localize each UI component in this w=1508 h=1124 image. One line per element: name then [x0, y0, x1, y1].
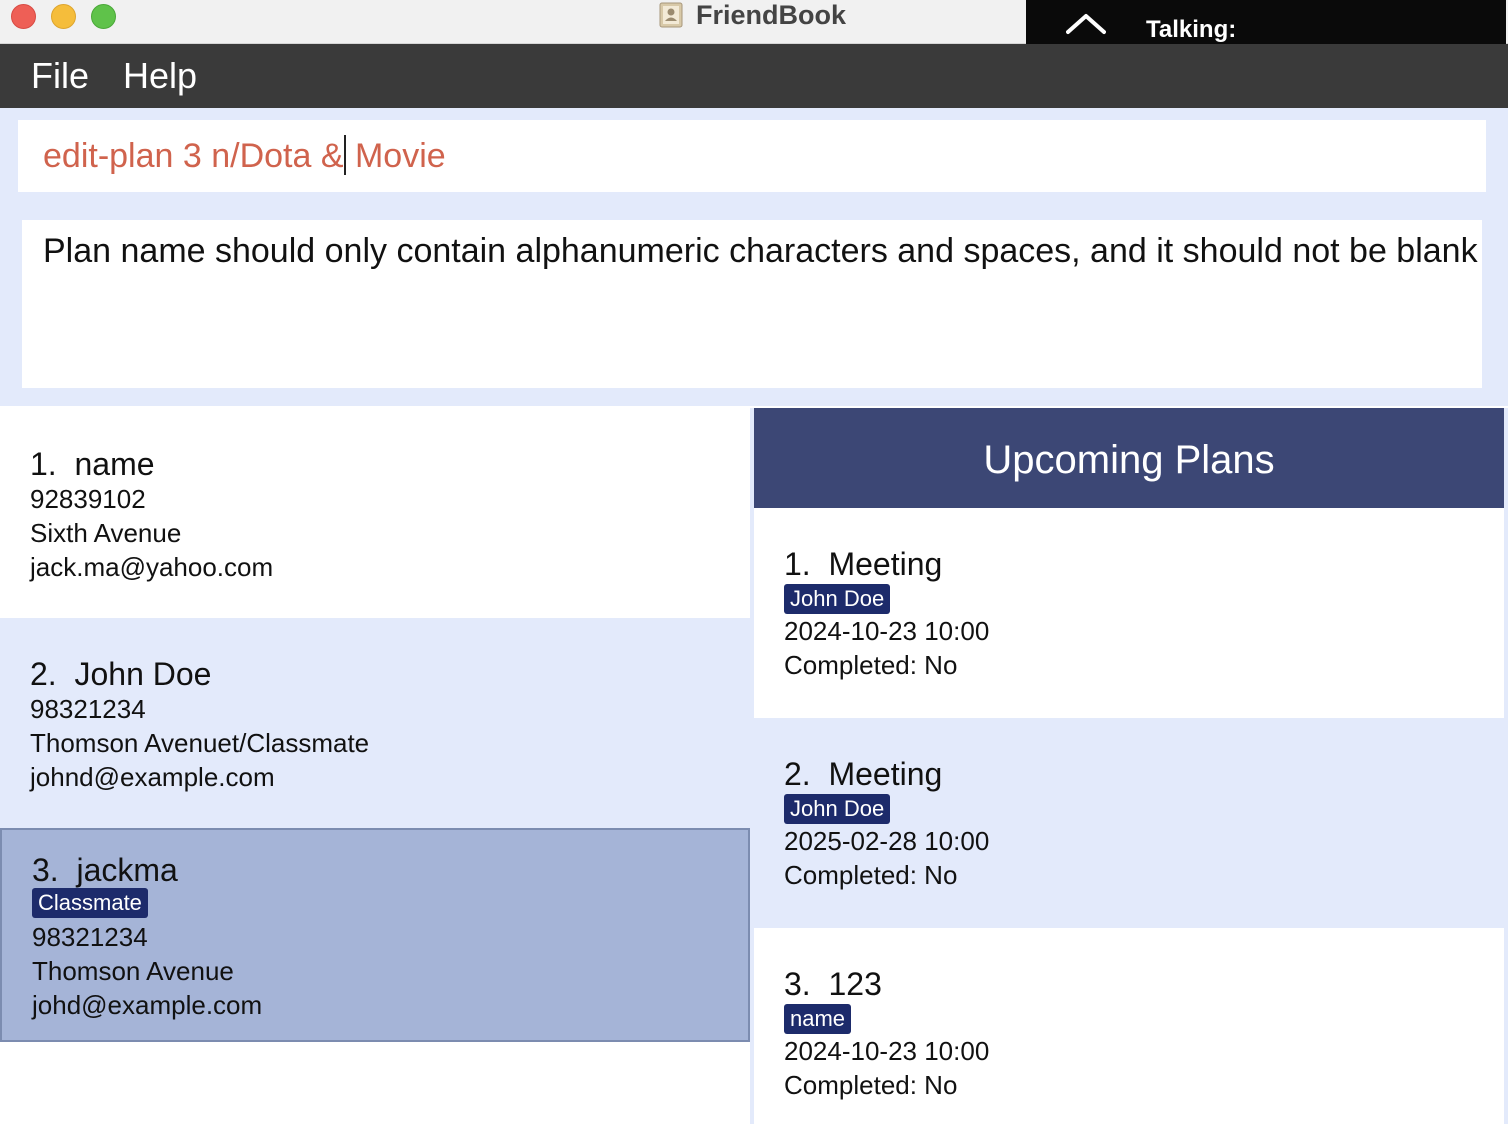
person-card[interactable]: 2. John Doe 98321234 Thomson Avenuet/Cla… — [0, 618, 750, 828]
plan-name: 123 — [828, 966, 882, 1002]
person-card-title: 2. John Doe — [30, 656, 211, 692]
person-index: 1. — [30, 446, 57, 482]
plan-completed: Completed: No — [784, 1070, 958, 1100]
person-card[interactable]: 1. name 92839102 Sixth Avenue jack.ma@ya… — [0, 408, 750, 618]
right-edge-border — [1504, 408, 1508, 1124]
person-card-title: 1. name — [30, 446, 155, 482]
person-address: Thomson Avenue — [32, 956, 234, 986]
person-name: John Doe — [74, 656, 212, 692]
person-list[interactable]: 1. name 92839102 Sixth Avenue jack.ma@ya… — [0, 408, 750, 1124]
command-area: edit-plan 3 n/Dota & Movie — [0, 108, 1508, 206]
plan-index: 3. — [784, 966, 811, 1002]
person-address: Thomson Avenuet/Classmate — [30, 728, 370, 758]
plans-header-title: Upcoming Plans — [983, 438, 1275, 482]
plan-card-title: 3. 123 — [784, 966, 882, 1002]
person-card-selected[interactable]: 3. jackma Classmate 98321234 Thomson Ave… — [0, 828, 750, 1042]
plan-datetime: 2024-10-23 10:00 — [784, 616, 990, 646]
plan-card-title: 2. Meeting — [784, 756, 942, 792]
result-area: Plan name should only contain alphanumer… — [0, 206, 1508, 406]
person-tag: Classmate — [32, 888, 148, 918]
plan-completed: Completed: No — [784, 860, 958, 890]
menu-help[interactable]: Help — [123, 56, 197, 96]
close-window-button[interactable] — [11, 4, 36, 29]
menu-bar: File Help — [0, 44, 1508, 108]
plan-card-title: 1. Meeting — [784, 546, 942, 582]
plan-tag: John Doe — [784, 584, 891, 614]
plan-index: 1. — [784, 546, 811, 582]
window-title: FriendBook — [696, 0, 847, 30]
plan-card[interactable]: 1. Meeting John Doe 2024-10-23 10:00 Com… — [754, 508, 1504, 718]
person-email: johnd@example.com — [30, 762, 275, 792]
result-message: Plan name should only contain alphanumer… — [43, 232, 1478, 270]
plan-datetime: 2024-10-23 10:00 — [784, 1036, 990, 1066]
person-card-title: 3. jackma — [32, 852, 178, 888]
plan-name: Meeting — [828, 546, 943, 582]
chevron-up-icon[interactable] — [1066, 12, 1106, 36]
plans-header: Upcoming Plans — [754, 408, 1504, 508]
result-display[interactable]: Plan name should only contain alphanumer… — [22, 220, 1482, 388]
person-phone: 98321234 — [30, 694, 146, 724]
talking-label: Talking: — [1146, 16, 1237, 43]
plan-datetime: 2025-02-28 10:00 — [784, 826, 990, 856]
plan-tag: John Doe — [784, 794, 891, 824]
plan-tag: name — [784, 1004, 852, 1034]
plan-card[interactable]: 3. 123 name 2024-10-23 10:00 Completed: … — [754, 928, 1504, 1124]
command-text-before-caret: edit-plan 3 n/Dota & — [43, 137, 344, 175]
command-text-after-caret: Movie — [345, 137, 446, 175]
plans-panel: Upcoming Plans 1. Meeting John Doe 2024-… — [750, 408, 1508, 1124]
person-index: 2. — [30, 656, 57, 692]
person-index: 3. — [32, 852, 59, 888]
plan-name: Meeting — [828, 756, 943, 792]
person-phone: 92839102 — [30, 484, 146, 514]
person-phone: 98321234 — [32, 922, 148, 952]
minimize-window-button[interactable] — [51, 4, 76, 29]
person-name: jackma — [76, 852, 178, 888]
person-email: jack.ma@yahoo.com — [30, 552, 274, 582]
menu-file[interactable]: File — [31, 56, 89, 96]
person-address: Sixth Avenue — [30, 518, 182, 548]
contacts-book-icon — [659, 2, 683, 28]
person-name: name — [74, 446, 155, 482]
command-text: edit-plan 3 n/Dota & Movie — [43, 135, 446, 176]
plan-card[interactable]: 2. Meeting John Doe 2025-02-28 10:00 Com… — [754, 718, 1504, 928]
plan-completed: Completed: No — [784, 650, 958, 680]
zoom-window-button[interactable] — [91, 4, 116, 29]
plan-index: 2. — [784, 756, 811, 792]
command-input[interactable]: edit-plan 3 n/Dota & Movie — [18, 120, 1486, 192]
person-email: johd@example.com — [32, 990, 263, 1020]
